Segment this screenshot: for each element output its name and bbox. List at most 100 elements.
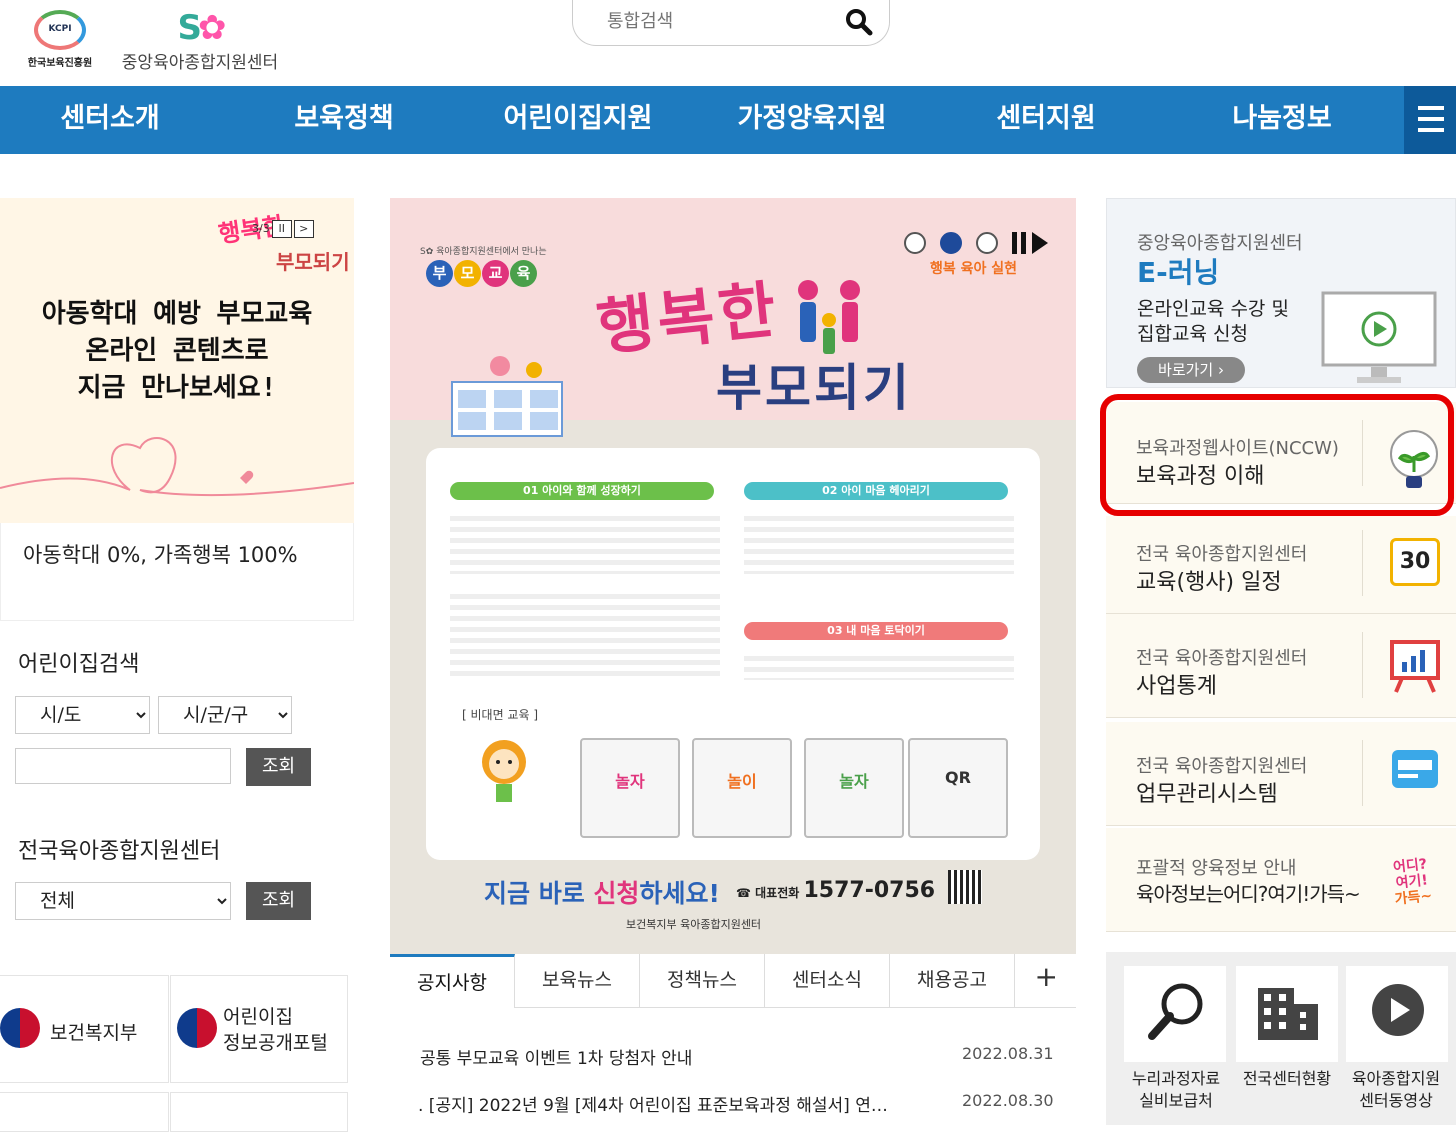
center-logo[interactable]: S✿ 중앙육아종합지원센터	[120, 8, 280, 78]
next-icon[interactable]: >	[293, 220, 314, 238]
mascot-icon	[482, 740, 526, 802]
notice-item-title[interactable]: . [공지] 2022년 9월 [제4차 어린이집 표준보육과정 해설서] 연…	[418, 1091, 938, 1116]
tab-policy-news[interactable]: 정책뉴스	[640, 954, 765, 1008]
gov-emblem-icon	[177, 1008, 217, 1048]
parenting-sub: 포괄적 양육정보 안내	[1136, 858, 1297, 879]
promo-banner[interactable]: 행복한 부모되기 3/3 II > 아동학대 예방 부모교육 온라인 콘텐츠로 지금…	[0, 198, 354, 523]
statistics-link[interactable]: 전국 육아종합지원센터 사업통계	[1106, 614, 1456, 718]
section-3-label: 03 내 마음 토닥이기	[744, 622, 1008, 640]
tab-center-news[interactable]: 센터소식	[765, 954, 890, 1008]
promo-controls: 3/3 II >	[250, 220, 314, 239]
toy-shelf-illustration-icon	[451, 356, 563, 437]
elearning-title: E-러닝	[1137, 256, 1220, 289]
center-search-button[interactable]: 조회	[246, 882, 311, 920]
nav-item-center-support[interactable]: 센터지원	[946, 86, 1146, 154]
center-status-button[interactable]	[1236, 966, 1338, 1062]
nonface-label: [ 비대면 교육 ]	[462, 708, 539, 722]
search-icon[interactable]	[845, 8, 873, 36]
nav-item-center-intro[interactable]: 센터소개	[10, 86, 210, 154]
carousel-dot-active[interactable]	[940, 232, 962, 254]
pause-icon[interactable]	[1012, 232, 1026, 254]
center-video-button[interactable]	[1346, 966, 1448, 1062]
elearning-desc: 온라인교육 수강 및 집합교육 신청	[1137, 298, 1289, 345]
kcpi-logo-text: 한국보육진흥원	[27, 58, 93, 69]
mohw-label: 보건복지부	[50, 1022, 138, 1044]
parent-education-poster[interactable]: S✿ 육아종합지원센터에서 만나는 부모교육 행복 육아 실현 행복한 부모되기…	[390, 198, 1076, 954]
tab-childcare-news[interactable]: 보육뉴스	[515, 954, 640, 1008]
quick-links: 누리과정자료 실비보급처 전국센터현황 육아종합지원 센터동영상	[1106, 952, 1456, 1125]
video-thumb-4[interactable]: QR	[908, 738, 1008, 838]
play-circle-icon	[1372, 984, 1424, 1036]
tab-recruitment[interactable]: 채용공고	[890, 954, 1015, 1008]
link-box-3[interactable]	[0, 1092, 169, 1132]
center-status-label: 전국센터현황	[1242, 1069, 1332, 1088]
heart-line-icon	[0, 437, 354, 497]
video-thumb-3[interactable]: 놀자	[804, 738, 904, 838]
statistics-sub: 전국 육아종합지원센터	[1136, 648, 1308, 669]
play-icon[interactable]	[1032, 232, 1048, 254]
carousel-dot[interactable]	[904, 232, 926, 254]
link-box-4[interactable]	[170, 1092, 348, 1132]
nuri-materials-button[interactable]	[1124, 966, 1226, 1062]
nav-item-policy[interactable]: 보육정책	[244, 86, 444, 154]
center-logo-text: 중앙육아종합지원센터	[121, 53, 279, 73]
notice-tabs: 공지사항 보육뉴스 정책뉴스 센터소식 채용공고 +	[390, 954, 1076, 1008]
video-thumb-2[interactable]: 놀이	[692, 738, 792, 838]
highlight-frame	[1100, 394, 1454, 516]
daycare-info-label: 어린이집 정보공개포털	[223, 1006, 328, 1054]
daycare-search-title: 어린이집검색	[18, 652, 140, 677]
schedule-sub: 전국 육아종합지원센터	[1136, 544, 1308, 565]
pause-icon[interactable]: II	[271, 220, 292, 238]
search-bar	[572, 0, 890, 46]
family-illustration-icon	[798, 280, 860, 354]
promo-line-2: 온라인 콘텐츠로	[85, 336, 269, 366]
work-system-link[interactable]: 전국 육아종합지원센터 업무관리시스템	[1106, 722, 1456, 826]
schedule-title: 교육(행사) 일정	[1136, 570, 1282, 595]
carousel-dots	[904, 232, 1048, 254]
promo-headline: 아동학대 예방 부모교육 온라인 콘텐츠로 지금 만나보세요!	[0, 296, 354, 407]
promo-mini-logo-2: 부모되기	[276, 250, 350, 274]
elearning-go-button[interactable]: 바로가기 ›	[1137, 357, 1245, 383]
qr-code-icon	[948, 870, 982, 904]
parenting-info-link[interactable]: 포괄적 양육정보 안내 육아정보는어디?여기!가득~ 어디? 여기! 가득~	[1106, 828, 1456, 932]
main-nav: 센터소개 보육정책 어린이집지원 가정양육지원 센터지원 나눔정보	[0, 86, 1456, 154]
education-schedule-link[interactable]: 전국 육아종합지원센터 교육(행사) 일정 30	[1106, 516, 1456, 614]
nav-item-home-parenting[interactable]: 가정양육지원	[712, 86, 912, 154]
chart-board-icon	[1390, 640, 1440, 693]
section-1-details	[450, 510, 720, 574]
daycare-info-portal-link[interactable]: 어린이집 정보공개포털	[170, 975, 348, 1083]
section-1b-details	[450, 588, 720, 680]
poster-footer: 보건복지부 육아종합지원센터	[626, 918, 762, 931]
search-input[interactable]	[607, 8, 837, 34]
center-select[interactable]: 전체	[15, 882, 231, 920]
nav-item-daycare-support[interactable]: 어린이집지원	[478, 86, 678, 154]
daycare-search-button[interactable]: 조회	[246, 748, 311, 786]
tab-notice[interactable]: 공지사항	[390, 954, 515, 1008]
mohw-link[interactable]: 보건복지부	[0, 975, 169, 1083]
notice-item-title[interactable]: 공통 부모교육 이벤트 1차 당첨자 안내	[420, 1044, 940, 1069]
more-plus-icon[interactable]: +	[1035, 960, 1058, 993]
sigungu-select[interactable]: 시/군/구	[158, 696, 292, 734]
promo-counter: 3/3	[252, 222, 270, 235]
building-icon	[1258, 988, 1318, 1040]
magnifier-icon	[1148, 983, 1203, 1040]
promo-caption: 아동학대 0%, 가족행복 100%	[0, 523, 354, 621]
nav-item-sharing-info[interactable]: 나눔정보	[1182, 86, 1382, 154]
sido-select[interactable]: 시/도	[15, 696, 150, 734]
kcpi-logo[interactable]: KCPI 한국보육진흥원	[18, 10, 102, 80]
calendar-icon: 30	[1390, 538, 1440, 586]
menu-icon[interactable]	[1404, 86, 1456, 154]
video-thumb-1[interactable]: 놀자	[580, 738, 680, 838]
kcpi-emblem-icon: KCPI	[34, 10, 86, 50]
poster-small-logo: S✿ 육아종합지원센터에서 만나는	[420, 247, 547, 257]
poster-bubbles: 부모교육	[426, 260, 538, 287]
gov-emblem-icon	[0, 1008, 40, 1048]
carousel-dot[interactable]	[976, 232, 998, 254]
section-1-label: 01 아이와 함께 성장하기	[450, 482, 714, 500]
where-here-sticker-icon: 어디? 여기! 가득~	[1392, 856, 1433, 908]
promo-line-3: 지금 만나보세요!	[77, 373, 277, 403]
center-logo-mark-icon: S✿	[177, 8, 227, 48]
statistics-title: 사업통계	[1136, 674, 1217, 699]
daycare-name-input[interactable]	[15, 748, 231, 784]
elearning-banner[interactable]: 중앙육아종합지원센터 E-러닝 온라인교육 수강 및 집합교육 신청 바로가기 ›	[1106, 198, 1456, 388]
